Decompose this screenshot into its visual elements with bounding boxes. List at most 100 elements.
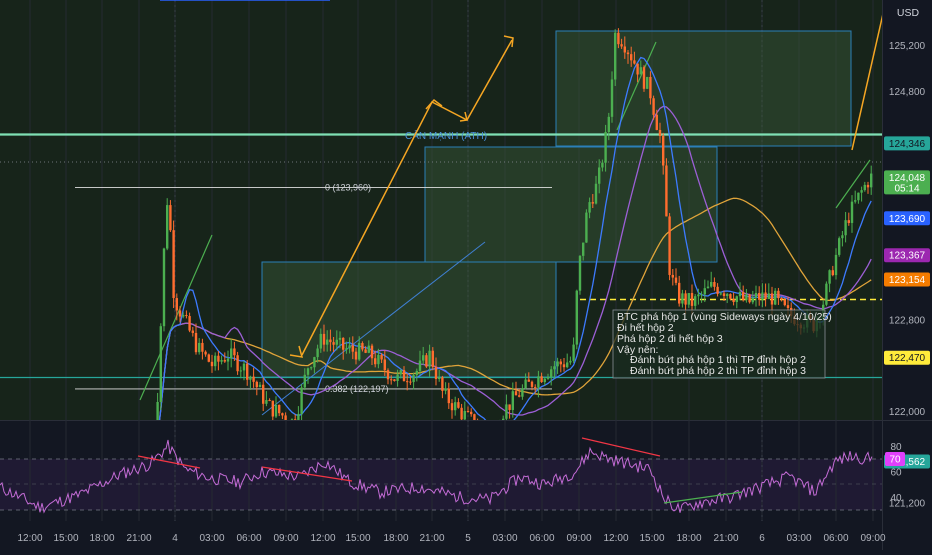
- candle-body-61: [345, 348, 348, 350]
- candle-body-130: [566, 362, 569, 368]
- candle-body-68: [367, 345, 370, 353]
- price-tag-label-5: 122,470: [889, 353, 926, 364]
- price-label-3: 122,000: [889, 407, 926, 418]
- candle-body-127: [556, 361, 559, 367]
- candle-body-78: [399, 370, 402, 375]
- candle-body-85: [422, 355, 425, 361]
- candle-body-124: [546, 377, 550, 379]
- time-label-21: 03:00: [786, 533, 811, 544]
- candle-body-93: [447, 388, 450, 404]
- candle-body-156: [649, 76, 652, 99]
- candle-body-53: [319, 333, 322, 349]
- candle-body-173: [703, 288, 706, 295]
- candle-body-125: [550, 369, 553, 378]
- rsi-label-1: 60: [890, 467, 902, 478]
- candle-body-142: [604, 132, 607, 163]
- candle-body-219: [850, 201, 854, 223]
- candle-body-138: [591, 202, 594, 204]
- candle-body-189: [754, 293, 758, 298]
- time-label-10: 18:00: [383, 533, 408, 544]
- candle-body-147: [620, 44, 623, 47]
- candle-body-223: [863, 184, 866, 191]
- candle-body-37: [268, 400, 271, 402]
- candle-body-133: [575, 290, 578, 345]
- candle-body-179: [722, 293, 726, 296]
- candle-body-221: [857, 192, 860, 201]
- price-label-0: 125,200: [889, 41, 926, 52]
- time-label-13: 03:00: [492, 533, 517, 544]
- candle-body-95: [454, 402, 457, 411]
- candle-body-150: [630, 54, 633, 61]
- rsi-value-label: 70: [889, 455, 901, 466]
- candle-body-26: [233, 348, 236, 356]
- candle-body-51: [313, 357, 316, 368]
- candle-body-32: [252, 376, 255, 382]
- time-label-16: 12:00: [603, 533, 628, 544]
- candle-body-114: [514, 391, 518, 396]
- time-label-4: 4: [172, 533, 178, 544]
- candle-body-67: [364, 349, 367, 353]
- time-label-6: 06:00: [236, 533, 261, 544]
- chart-window[interactable]: 0 (123,960)0.382 (122,197)0.5 (121,652)0…: [0, 0, 932, 550]
- candle-body-175: [710, 282, 713, 287]
- currency-label[interactable]: USD: [897, 7, 920, 19]
- candle-body-146: [617, 32, 620, 45]
- candle-body-35: [262, 384, 265, 404]
- candle-body-158: [655, 114, 658, 130]
- time-label-14: 06:00: [529, 533, 554, 544]
- candle-body-145: [614, 32, 617, 80]
- candle-body-144: [610, 79, 614, 117]
- candle-body-15: [198, 342, 201, 353]
- candle-body-24: [226, 358, 230, 362]
- candle-body-151: [633, 60, 636, 64]
- candle-body-5: [166, 205, 169, 249]
- candle-body-148: [623, 46, 626, 53]
- candle-body-25: [230, 348, 233, 359]
- candle-body-186: [745, 294, 748, 301]
- candle-body-169: [690, 293, 694, 306]
- candle-body-90: [438, 377, 441, 379]
- candle-body-121: [537, 376, 540, 388]
- candle-body-126: [553, 366, 556, 370]
- candle-body-59: [338, 337, 342, 340]
- candle-body-88: [431, 350, 434, 367]
- rsi-label-0: 80: [890, 442, 902, 453]
- candle-body-30: [246, 363, 249, 380]
- time-label-9: 15:00: [345, 533, 370, 544]
- candle-body-64: [354, 351, 358, 360]
- candle-body-193: [767, 293, 770, 300]
- candle-body-47: [300, 387, 303, 414]
- candle-body-41: [281, 413, 284, 416]
- candle-body-168: [687, 293, 690, 305]
- trading-chart[interactable]: 0 (123,960)0.382 (122,197)0.5 (121,652)0…: [0, 0, 932, 550]
- candle-body-60: [342, 337, 345, 350]
- candle-body-215: [838, 238, 841, 255]
- candle-body-212: [828, 270, 831, 284]
- candle-body-174: [706, 286, 710, 289]
- candle-body-192: [764, 292, 767, 300]
- candle-body-55: [326, 339, 329, 345]
- time-label-2: 18:00: [89, 533, 114, 544]
- candle-body-165: [678, 282, 681, 304]
- candle-body-18: [207, 354, 210, 362]
- candle-body-16: [201, 342, 204, 352]
- candle-body-120: [534, 386, 537, 388]
- candle-body-40: [278, 404, 281, 414]
- candle-body-13: [191, 330, 194, 333]
- box-3[interactable]: [555, 30, 852, 147]
- candle-body-112: [508, 404, 511, 410]
- candle-body-19: [210, 361, 214, 367]
- candle-body-217: [844, 220, 847, 236]
- candle-body-79: [402, 370, 406, 382]
- time-label-11: 21:00: [419, 533, 444, 544]
- countdown-label: 05:14: [894, 183, 919, 194]
- candle-body-96: [457, 402, 460, 408]
- candle-body-36: [265, 400, 268, 404]
- candle-body-194: [770, 293, 774, 305]
- candle-body-188: [751, 297, 754, 303]
- candle-body-62: [348, 345, 351, 349]
- time-label-22: 06:00: [823, 533, 848, 544]
- candle-body-14: [194, 332, 198, 353]
- time-label-19: 21:00: [713, 533, 738, 544]
- candle-body-97: [460, 407, 463, 420]
